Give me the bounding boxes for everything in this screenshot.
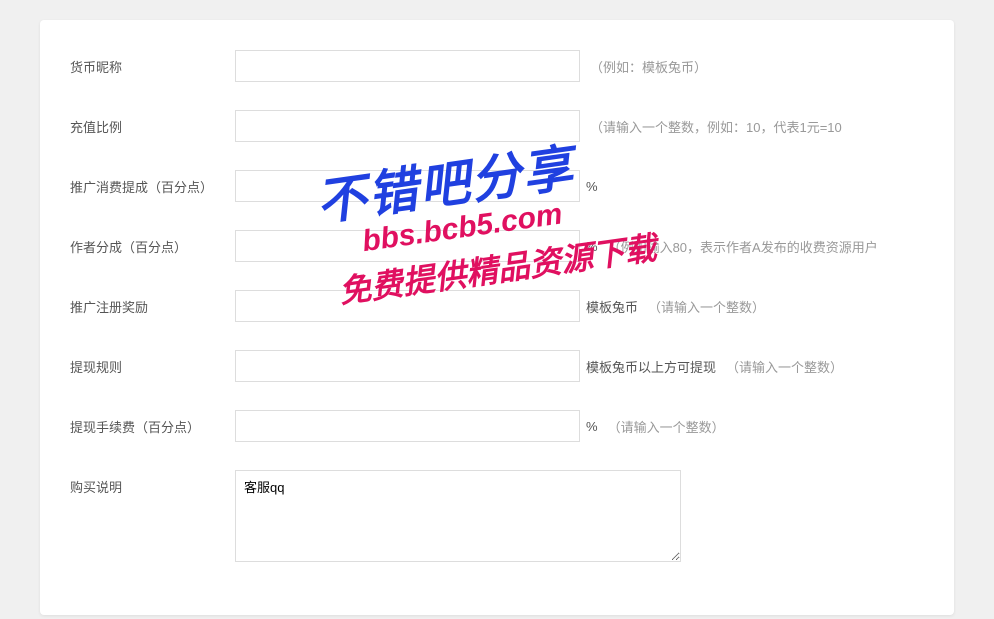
suffix-withdraw-rule: 模板兔币以上方可提现 bbox=[586, 357, 716, 376]
row-recharge-ratio: 充值比例 （请输入一个整数，例如：10，代表1元=10 bbox=[70, 110, 924, 142]
watermark-overlay: 不错吧分享 bbs.bcb5.com 免费提供精品资源下载 bbox=[311, 118, 659, 314]
label-withdraw-fee: 提现手续费（百分点） bbox=[70, 410, 235, 436]
input-currency-nick[interactable] bbox=[235, 50, 580, 82]
row-promo-reg-reward: 推广注册奖励 模板兔币 （请输入一个整数） bbox=[70, 290, 924, 322]
row-withdraw-fee: 提现手续费（百分点） % （请输入一个整数） bbox=[70, 410, 924, 442]
label-author-cut: 作者分成（百分点） bbox=[70, 230, 235, 256]
hint-withdraw-rule: （请输入一个整数） bbox=[726, 357, 843, 376]
label-currency-nick: 货币昵称 bbox=[70, 50, 235, 76]
row-promo-consume-cut: 推广消费提成（百分点） % bbox=[70, 170, 924, 202]
label-promo-reg-reward: 推广注册奖励 bbox=[70, 290, 235, 316]
input-author-cut[interactable] bbox=[235, 230, 580, 262]
settings-form: 货币昵称 （例如：模板兔币） 充值比例 （请输入一个整数，例如：10，代表1元=… bbox=[40, 20, 954, 615]
row-currency-nick: 货币昵称 （例如：模板兔币） bbox=[70, 50, 924, 82]
label-promo-consume-cut: 推广消费提成（百分点） bbox=[70, 170, 235, 196]
label-recharge-ratio: 充值比例 bbox=[70, 110, 235, 136]
hint-promo-reg-reward: （请输入一个整数） bbox=[648, 297, 765, 316]
label-withdraw-rule: 提现规则 bbox=[70, 350, 235, 376]
row-author-cut: 作者分成（百分点） % （例如输入80，表示作者A发布的收费资源用户 bbox=[70, 230, 924, 262]
input-withdraw-rule[interactable] bbox=[235, 350, 580, 382]
hint-currency-nick: （例如：模板兔币） bbox=[590, 57, 707, 76]
label-purchase-note: 购买说明 bbox=[70, 470, 235, 496]
input-recharge-ratio[interactable] bbox=[235, 110, 580, 142]
hint-withdraw-fee: （请输入一个整数） bbox=[608, 417, 725, 436]
hint-author-cut: （例如输入80，表示作者A发布的收费资源用户 bbox=[608, 237, 878, 256]
suffix-promo-reg-reward: 模板兔币 bbox=[586, 297, 638, 316]
suffix-author-cut: % bbox=[586, 239, 598, 254]
input-promo-reg-reward[interactable] bbox=[235, 290, 580, 322]
row-withdraw-rule: 提现规则 模板兔币以上方可提现 （请输入一个整数） bbox=[70, 350, 924, 382]
hint-recharge-ratio: （请输入一个整数，例如：10，代表1元=10 bbox=[590, 117, 842, 136]
row-purchase-note: 购买说明 bbox=[70, 470, 924, 562]
textarea-purchase-note[interactable] bbox=[235, 470, 681, 562]
suffix-promo-consume-cut: % bbox=[586, 179, 598, 194]
input-promo-consume-cut[interactable] bbox=[235, 170, 580, 202]
input-withdraw-fee[interactable] bbox=[235, 410, 580, 442]
suffix-withdraw-fee: % bbox=[586, 419, 598, 434]
